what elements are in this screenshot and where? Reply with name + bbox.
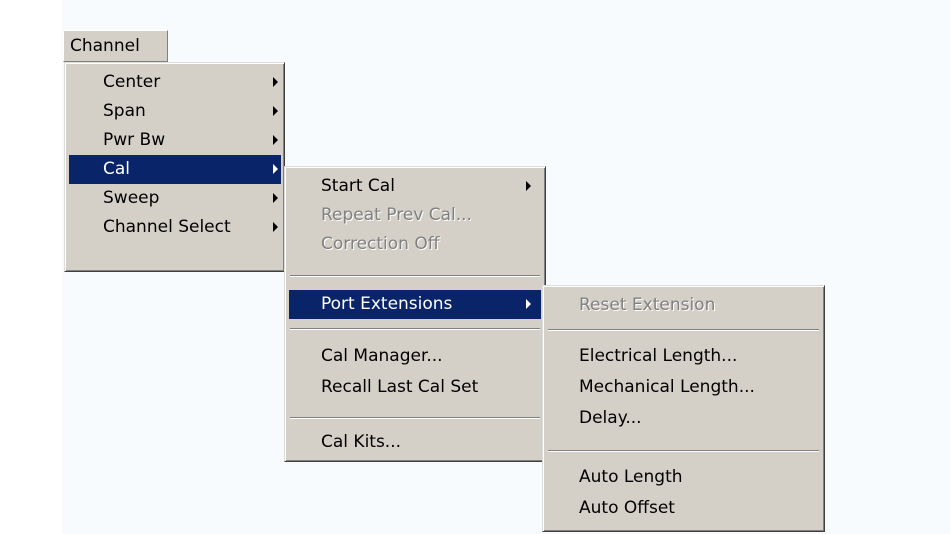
submenu-arrow-icon (273, 77, 278, 87)
channel-menu-label: Channel (70, 36, 140, 56)
menu-item-label: Mechanical Length... (579, 377, 755, 397)
menu-item-label: Channel Select (103, 217, 231, 237)
menu-item-cal-kits[interactable]: Cal Kits... (289, 428, 541, 457)
submenu-arrow-icon (526, 299, 531, 309)
menu-separator (290, 417, 540, 419)
menu-item-label: Start Cal (321, 176, 395, 196)
submenu-arrow-icon (526, 181, 531, 191)
menu-separator (290, 328, 540, 330)
menu-item-label: Cal (103, 159, 131, 179)
menu-item-port-extensions[interactable]: Port Extensions (289, 290, 541, 319)
menu-item-start-cal[interactable]: Start Cal (289, 172, 541, 201)
menu-separator (548, 450, 819, 452)
menu-item-label: Sweep (103, 188, 160, 208)
menu-item-label: Correction Off (321, 234, 440, 254)
menu-item-channel-select[interactable]: Channel Select (69, 213, 281, 242)
menu-item-span[interactable]: Span (69, 97, 281, 126)
submenu-arrow-icon (273, 222, 278, 232)
menu-item-label: Pwr Bw (103, 130, 166, 150)
submenu-arrow-icon (273, 164, 278, 174)
menu-item-label: Center (103, 72, 161, 92)
menu-separator (290, 275, 540, 277)
menu-item-recall-last-cal-set[interactable]: Recall Last Cal Set (289, 373, 541, 402)
menu-item-label: Delay... (579, 408, 642, 428)
menu-item-mechanical-length[interactable]: Mechanical Length... (547, 373, 820, 402)
menu-item-correction-off[interactable]: Correction Off (289, 230, 541, 259)
menu-item-label: Auto Offset (579, 498, 675, 518)
menu-item-label: Electrical Length... (579, 346, 738, 366)
menu-item-label: Recall Last Cal Set (321, 377, 479, 397)
menu-item-center[interactable]: Center (69, 68, 281, 97)
port-extensions-submenu: Reset Extension Electrical Length... Mec… (542, 285, 825, 532)
menu-item-label: Span (103, 101, 146, 121)
menu-item-sweep[interactable]: Sweep (69, 184, 281, 213)
menu-item-repeat-prev-cal[interactable]: Repeat Prev Cal... (289, 201, 541, 230)
menu-item-reset-extension[interactable]: Reset Extension (547, 291, 820, 320)
submenu-arrow-icon (273, 106, 278, 116)
menu-item-label: Port Extensions (321, 294, 453, 314)
menu-item-label: Reset Extension (579, 295, 716, 315)
menu-item-electrical-length[interactable]: Electrical Length... (547, 342, 820, 371)
menu-item-auto-length[interactable]: Auto Length (547, 463, 820, 492)
cal-submenu: Start Cal Repeat Prev Cal... Correction … (284, 166, 546, 462)
submenu-arrow-icon (273, 193, 278, 203)
menu-item-label: Repeat Prev Cal... (321, 205, 472, 225)
menu-separator (548, 329, 819, 331)
menu-item-label: Auto Length (579, 467, 683, 487)
menu-item-pwr-bw[interactable]: Pwr Bw (69, 126, 281, 155)
submenu-arrow-icon (273, 135, 278, 145)
menu-item-cal-manager[interactable]: Cal Manager... (289, 342, 541, 371)
menu-item-cal[interactable]: Cal (69, 155, 281, 184)
channel-menu-button[interactable]: Channel (63, 30, 168, 62)
menu-item-label: Cal Kits... (321, 432, 402, 452)
menu-item-delay[interactable]: Delay... (547, 404, 820, 433)
channel-menu: Center Span Pwr Bw Cal Sweep Channel Sel… (64, 62, 285, 272)
menu-item-auto-offset[interactable]: Auto Offset (547, 494, 820, 523)
menu-item-label: Cal Manager... (321, 346, 443, 366)
